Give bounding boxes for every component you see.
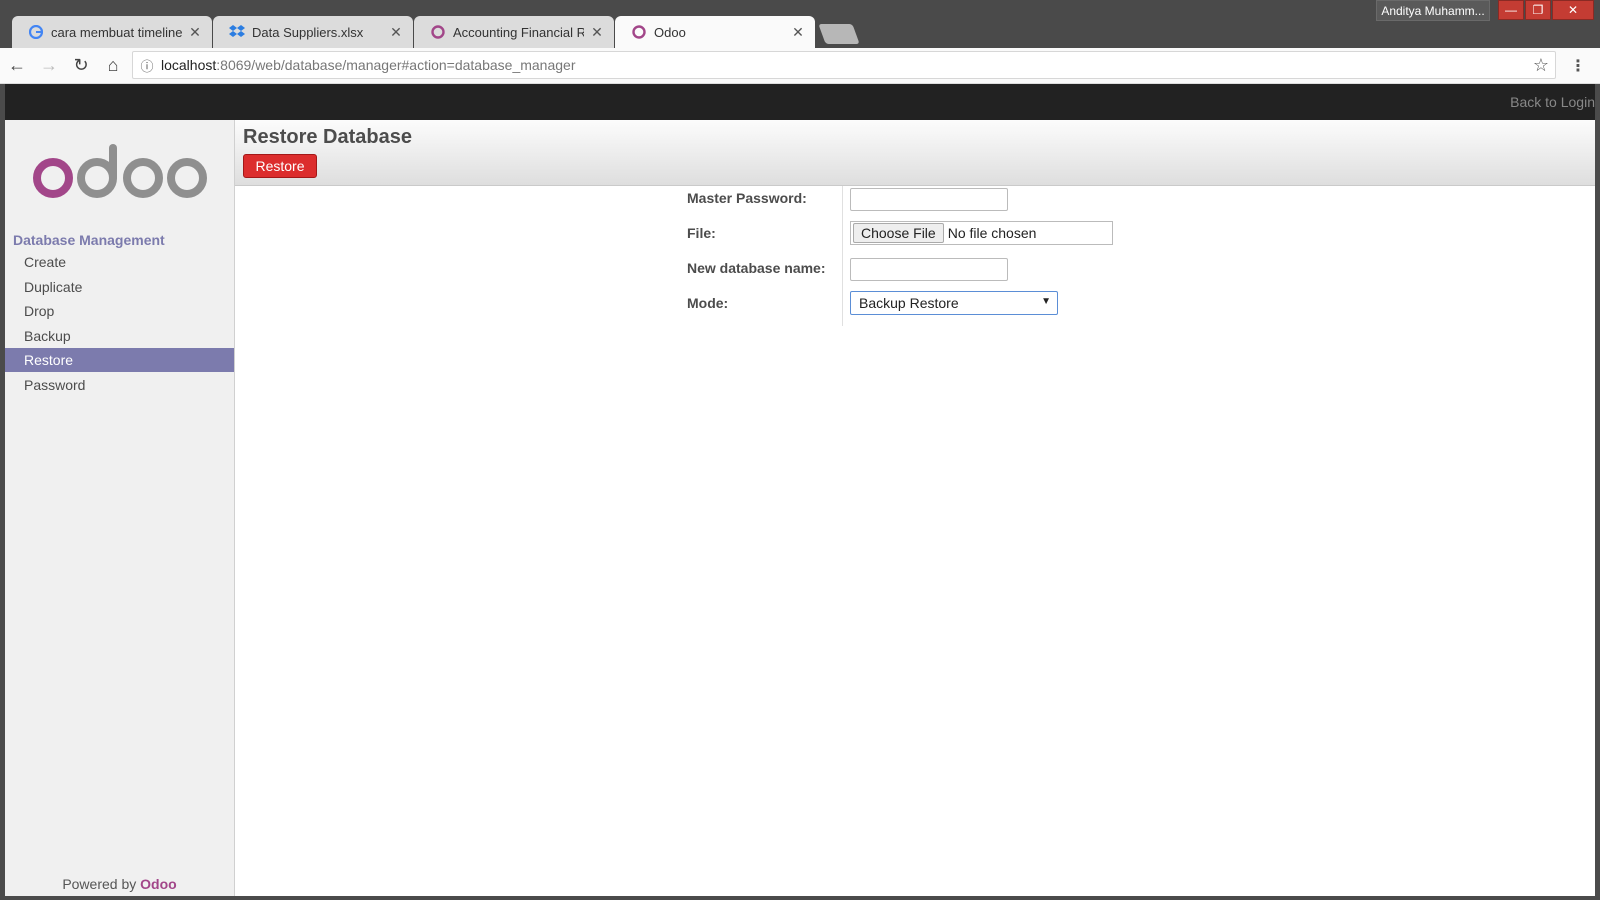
info-icon[interactable]: ⓘ [133, 56, 161, 75]
title-bar: cara membuat timeline k ✕ Data Suppliers… [0, 0, 1600, 48]
bookmark-star-icon[interactable]: ☆ [1533, 55, 1549, 76]
home-icon[interactable]: ⌂ [98, 51, 128, 81]
master-password-label: Master Password: [687, 190, 807, 206]
window-close-icon[interactable]: ✕ [1552, 0, 1594, 20]
dropbox-icon [229, 24, 245, 40]
sidebar-item-restore[interactable]: Restore [5, 348, 234, 372]
tab-title: Accounting Financial Rep [453, 24, 584, 40]
tab-data-suppliers[interactable]: Data Suppliers.xlsx ✕ [213, 16, 413, 48]
sidebar-item-backup[interactable]: Backup [5, 324, 234, 348]
reload-icon[interactable]: ↻ [66, 51, 96, 81]
sidebar: Database Management Create Duplicate Dro… [5, 120, 235, 896]
back-to-login-link[interactable]: Back to Login [1510, 94, 1595, 110]
odoo-logo [33, 144, 207, 198]
tab-accounting-report[interactable]: Accounting Financial Rep ✕ [414, 16, 614, 48]
file-input[interactable]: Choose File No file chosen [850, 221, 1113, 245]
choose-file-button[interactable]: Choose File [853, 223, 944, 243]
sidebar-menu: Create Duplicate Drop Backup Restore Pas… [5, 250, 234, 397]
odoo-link[interactable]: Odoo [140, 876, 177, 892]
new-database-input[interactable] [850, 258, 1008, 281]
close-icon[interactable]: ✕ [389, 24, 403, 41]
powered-by-text: Powered by [62, 876, 137, 892]
sidebar-heading: Database Management [13, 232, 165, 248]
file-label: File: [687, 225, 716, 241]
form-divider [842, 186, 843, 326]
tab-strip: cara membuat timeline k ✕ Data Suppliers… [12, 16, 860, 48]
dropdown-arrow-icon: ▼ [1041, 296, 1051, 307]
master-password-input[interactable] [850, 188, 1008, 211]
restore-button[interactable]: Restore [243, 154, 317, 178]
sidebar-item-drop[interactable]: Drop [5, 299, 234, 323]
odoo-icon [631, 24, 647, 40]
minimize-icon[interactable]: — [1498, 0, 1524, 20]
mode-value: Backup Restore [859, 295, 959, 311]
address-bar[interactable]: ⓘ localhost :8069/web/database/manager#a… [132, 51, 1556, 79]
page-title: Restore Database [243, 126, 412, 148]
google-icon [28, 24, 44, 40]
profile-button[interactable]: Anditya Muhamm... [1376, 0, 1490, 21]
tab-title: cara membuat timeline k [51, 24, 182, 40]
mode-select[interactable]: Backup Restore ▼ [850, 291, 1058, 315]
top-bar: Back to Login [5, 84, 1595, 120]
close-icon[interactable]: ✕ [791, 24, 805, 41]
new-database-label: New database name: [687, 260, 826, 276]
sidebar-item-create[interactable]: Create [5, 250, 234, 274]
tab-google-search[interactable]: cara membuat timeline k ✕ [12, 16, 212, 48]
close-icon[interactable]: ✕ [590, 24, 604, 41]
tab-title: Data Suppliers.xlsx [252, 24, 364, 40]
sidebar-item-duplicate[interactable]: Duplicate [5, 275, 234, 299]
url-host: localhost [161, 57, 217, 73]
browser-window: cara membuat timeline k ✕ Data Suppliers… [0, 0, 1600, 900]
tab-title: Odoo [654, 24, 686, 40]
browser-toolbar: ← → ↻ ⌂ ⓘ localhost :8069/web/database/m… [0, 48, 1600, 84]
back-arrow-icon[interactable]: ← [2, 51, 32, 81]
odoo-icon [430, 24, 446, 40]
menu-dots-icon[interactable]: ⋮ [1570, 56, 1586, 76]
main-content: Restore Database Restore Master Password… [235, 120, 1595, 896]
close-icon[interactable]: ✕ [188, 24, 202, 41]
page-content: Back to Login Database Management Create… [5, 84, 1595, 896]
url-path: :8069/web/database/manager#action=databa… [216, 57, 576, 73]
tab-odoo[interactable]: Odoo ✕ [615, 16, 815, 48]
sidebar-item-password[interactable]: Password [5, 373, 234, 397]
mode-label: Mode: [687, 295, 729, 311]
powered-by: Powered by Odoo [5, 876, 234, 892]
page-header: Restore Database Restore [235, 120, 1595, 186]
maximize-icon[interactable]: ❐ [1525, 0, 1551, 20]
file-status: No file chosen [947, 225, 1037, 241]
new-tab-button[interactable] [818, 24, 860, 44]
forward-arrow-icon[interactable]: → [34, 51, 64, 81]
